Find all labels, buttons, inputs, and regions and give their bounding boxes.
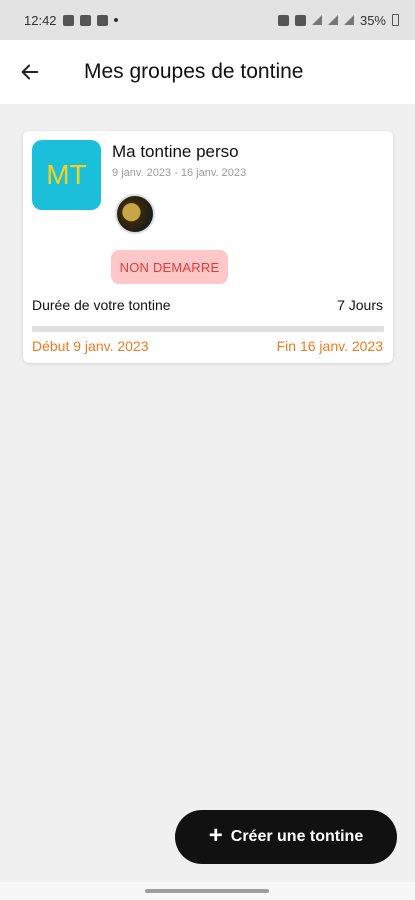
duration-label: Durée de votre tontine xyxy=(32,297,171,313)
arrow-left-icon xyxy=(21,64,39,80)
group-avatar: MT xyxy=(32,140,101,210)
location-icon xyxy=(294,14,306,26)
create-tontine-button[interactable]: + Créer une tontine xyxy=(175,810,397,864)
wifi-icon xyxy=(311,15,322,25)
end-date: Fin 16 janv. 2023 xyxy=(276,338,383,354)
duration-value: 7 Jours xyxy=(337,297,383,313)
signal-icon-2 xyxy=(343,15,354,25)
plus-icon: + xyxy=(208,821,223,849)
status-left: 12:42 xyxy=(24,13,118,28)
battery-icon xyxy=(392,14,399,26)
battery-percent: 35% xyxy=(359,12,386,28)
group-name: Ma tontine perso xyxy=(112,142,239,161)
app-notification-icon xyxy=(96,14,108,26)
more-notifications-icon xyxy=(113,18,118,22)
member-avatar xyxy=(115,194,155,234)
status-bar: 12:42 35% xyxy=(0,0,415,40)
duration-progress-bar xyxy=(32,326,384,332)
signal-icon xyxy=(327,15,338,25)
status-time: 12:42 xyxy=(24,12,57,28)
alarm-icon xyxy=(277,14,289,26)
group-date-range: 9 janv. 2023 - 16 janv. 2023 xyxy=(112,167,247,179)
gallery-notification-icon xyxy=(62,14,74,26)
create-tontine-label: Créer une tontine xyxy=(230,828,364,845)
back-button[interactable] xyxy=(0,40,60,104)
app-bar: Mes groupes de tontine xyxy=(0,40,415,104)
home-indicator[interactable] xyxy=(145,889,269,893)
start-date: Début 9 janv. 2023 xyxy=(32,338,149,354)
page-title: Mes groupes de tontine xyxy=(84,60,304,83)
status-right: 35% xyxy=(277,12,399,28)
telegram-notification-icon xyxy=(79,14,91,26)
status-badge: NON DEMARRE xyxy=(111,250,228,284)
tontine-group-card[interactable]: MT Ma tontine perso 9 janv. 2023 - 16 ja… xyxy=(23,131,393,363)
